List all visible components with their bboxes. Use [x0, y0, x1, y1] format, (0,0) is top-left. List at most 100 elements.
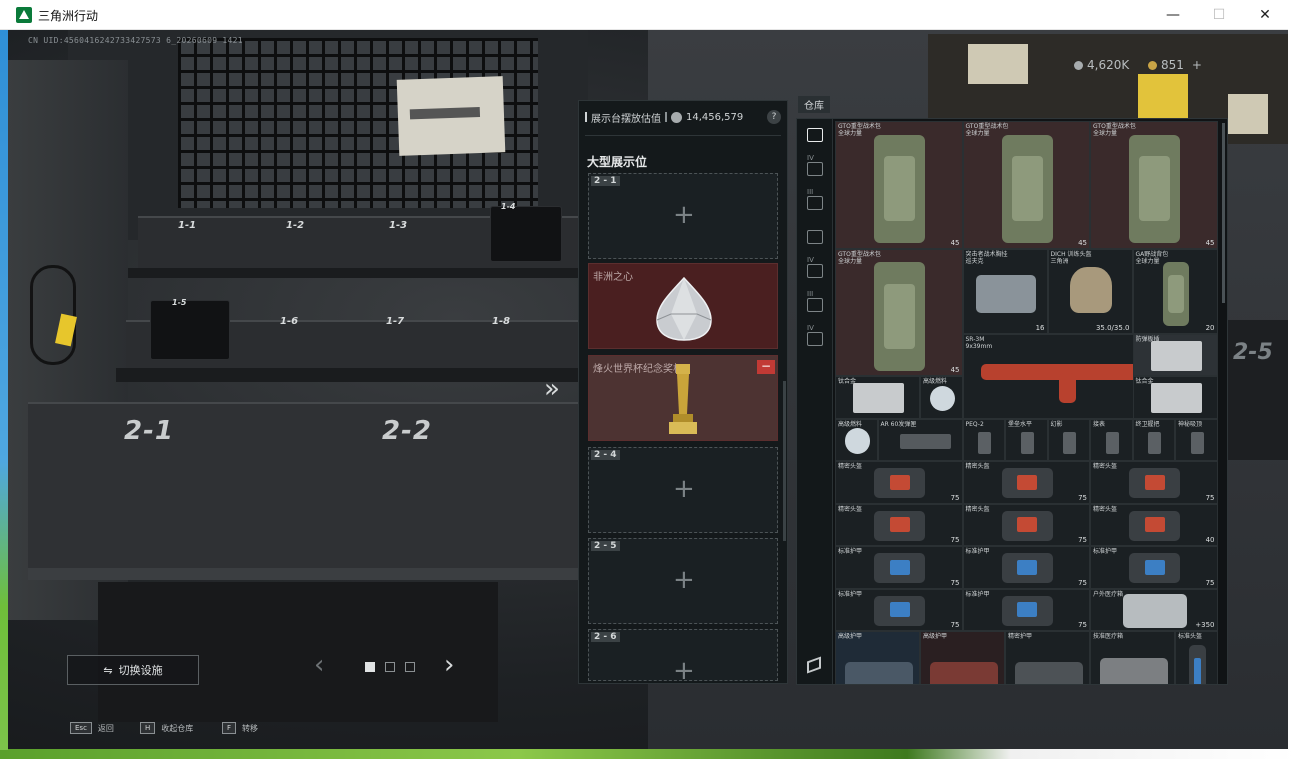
stash-item[interactable]: 标准护甲 75 — [962, 546, 1090, 589]
switch-facility-label: 切换设施 — [118, 664, 163, 677]
hint-h[interactable]: H 收起仓库 — [140, 722, 193, 734]
shelf-label-1-8[interactable]: 1-8 — [492, 316, 510, 327]
stash-item[interactable]: 标准护甲 75 — [835, 546, 963, 589]
stash-item[interactable]: GTO重型战术包 全球力量 45 — [835, 248, 963, 376]
shelf-row-2-front — [116, 368, 578, 382]
stash-item[interactable]: 高级护甲 — [835, 631, 920, 684]
stash-tab-2[interactable]: III — [802, 188, 828, 215]
display-case-1-5[interactable] — [150, 300, 230, 360]
switch-facility-button[interactable]: ⇋ 切换设施 — [67, 655, 199, 685]
display-slot-2-6[interactable]: 2 - 6 + — [588, 629, 778, 681]
next-page-icon[interactable]: › — [444, 650, 454, 680]
slot-id: 2 - 6 — [591, 632, 620, 642]
stash-item-name: 钛合金 — [838, 378, 857, 385]
stash-tab-all[interactable] — [802, 123, 828, 147]
layers-icon[interactable] — [807, 656, 821, 674]
stash-item[interactable]: 高级燃料 — [920, 376, 963, 419]
stash-item[interactable]: 标准护甲 75 — [962, 588, 1090, 631]
game-viewport: 2-5 CN UID:4560416242733427573 6_2026060… — [8, 30, 1288, 749]
section-title: 大型展示位 — [587, 155, 648, 169]
stash-item-name: GTO重型战术包 全球力量 — [1093, 123, 1136, 137]
shelf-label-1-3[interactable]: 1-3 — [389, 220, 407, 231]
stash-item-name: 精密头盔 — [965, 505, 990, 513]
shelf-label-1-6[interactable]: 1-6 — [280, 316, 298, 327]
stash-item[interactable]: 精密头盔 75 — [835, 503, 963, 546]
stash-item[interactable]: 标准护甲 75 — [1090, 546, 1218, 589]
stash-item-value: 75 — [1078, 621, 1087, 629]
minimize-button[interactable]: — — [1150, 0, 1196, 30]
panel-scrollbar[interactable] — [783, 381, 786, 541]
stash-item[interactable]: PEQ-2 — [962, 418, 1005, 461]
stash-item[interactable]: 钛合金 — [1132, 376, 1218, 419]
stash-item[interactable]: 防弹板插 — [1132, 333, 1218, 376]
stash-item[interactable]: 精密护甲 — [1005, 631, 1090, 684]
stash-item-value: 75 — [1078, 536, 1087, 544]
display-slot-2-5[interactable]: 2 - 5 + — [588, 538, 778, 624]
stash-item[interactable]: 标准护甲 75 — [835, 588, 963, 631]
stash-item[interactable]: 突击者战术胸挂 巡夫克 16 — [962, 248, 1048, 334]
stash-slot-icon: III — [807, 188, 823, 210]
stash-item[interactable]: GA野战背包 全球力量 20 — [1132, 248, 1218, 334]
hint-esc[interactable]: Esc 返回 — [70, 722, 114, 734]
stash-item[interactable]: 接表 — [1090, 418, 1133, 461]
stash-item[interactable]: AR 60发弹匣 — [877, 418, 963, 461]
stash-item[interactable]: 精密头盔 75 — [835, 461, 963, 504]
stash-item[interactable]: GTO重型战术包 全球力量 45 — [835, 121, 963, 249]
stash-item[interactable]: 高级燃料 — [835, 418, 878, 461]
add-coupon-icon[interactable]: + — [1192, 58, 1202, 72]
page-dot-1[interactable] — [365, 662, 375, 672]
maximize-button[interactable]: ☐ — [1196, 0, 1242, 30]
close-button[interactable]: ✕ — [1242, 0, 1288, 30]
stash-item-value: 75 — [950, 536, 960, 544]
display-slot-2-1[interactable]: 2 - 1 + — [588, 173, 778, 259]
money-icon — [1074, 60, 1083, 70]
warehouse-icon — [807, 128, 823, 142]
stash-item[interactable]: 精密头盔 75 — [1090, 461, 1218, 504]
stash-item[interactable]: 户外医疗箱 +350 — [1090, 588, 1218, 631]
window-titlebar[interactable]: 三角洲行动 — ☐ ✕ — [0, 0, 1288, 30]
display-case-1-4[interactable] — [490, 206, 562, 262]
help-icon[interactable]: ? — [767, 110, 781, 124]
prev-page-icon[interactable]: ‹ — [314, 650, 324, 680]
stash-tab-3[interactable] — [802, 225, 828, 249]
display-slot-world-cup-trophy[interactable]: 烽火世界杯纪念奖杯 − — [588, 355, 778, 441]
stash-item-name: 高级燃料 — [923, 378, 948, 385]
stash-item[interactable]: 精密头盔 75 — [962, 503, 1090, 546]
shelf-label-1-2[interactable]: 1-2 — [286, 220, 304, 231]
stash-tab-1[interactable]: IV — [802, 154, 828, 181]
shelf-label-2-1[interactable]: 2-1 — [124, 416, 174, 446]
stash-item[interactable]: 技准医疗箱 — [1090, 631, 1175, 684]
stash-item[interactable]: 标准头盔 — [1175, 631, 1218, 684]
stash-item[interactable]: 钛合金 — [835, 376, 920, 419]
stash-tab-label[interactable]: 仓库 — [798, 96, 830, 113]
stash-item[interactable]: GTO重型战术包 全球力量 45 — [1090, 121, 1218, 249]
shelf-label-1-7[interactable]: 1-7 — [386, 316, 404, 327]
stash-item[interactable]: 堡垒水平 — [1005, 418, 1048, 461]
page-dot-3[interactable] — [405, 662, 415, 672]
slot-item-name: 非洲之心 — [593, 272, 633, 283]
stash-item[interactable]: 精密头盔 40 — [1090, 503, 1218, 546]
remove-button[interactable]: − — [757, 360, 775, 374]
shelf-label-2-2[interactable]: 2-2 — [382, 416, 432, 446]
stash-scrollbar[interactable] — [1222, 123, 1225, 303]
stash-item[interactable]: 幻影 — [1047, 418, 1090, 461]
stash-item[interactable]: GTO重型战术包 全球力量 45 — [962, 121, 1090, 249]
slot-id: 2 - 1 — [591, 176, 620, 186]
stash-item-name: 标准护甲 — [838, 548, 863, 555]
shelf-label-1-1[interactable]: 1-1 — [178, 220, 196, 231]
page-dot-2[interactable] — [385, 662, 395, 672]
stash-tab-5[interactable]: III — [802, 290, 828, 317]
stash-item[interactable]: 神秘吸顶 — [1175, 418, 1218, 461]
stash-item-name: 标准头盔 — [1178, 633, 1203, 640]
stash-item[interactable]: 终卫握把 — [1132, 418, 1175, 461]
display-slot-heart-of-africa[interactable]: 非洲之心 — [588, 263, 778, 349]
stash-item[interactable]: 高级护甲 — [920, 631, 1005, 684]
display-slot-2-4[interactable]: 2 - 4 + — [588, 447, 778, 533]
stash-item[interactable]: 精密头盔 75 — [962, 461, 1090, 504]
hint-f[interactable]: F 转移 — [222, 722, 258, 734]
stash-tab-4[interactable]: IV — [802, 256, 828, 283]
coupon-balance[interactable]: 851 + — [1148, 58, 1202, 72]
stash-item[interactable]: DICH 训练头盔 三角洲 35.0/35.0 — [1047, 248, 1133, 334]
expand-arrows-icon[interactable]: » — [544, 374, 560, 404]
stash-tab-6[interactable]: IV — [802, 324, 828, 351]
